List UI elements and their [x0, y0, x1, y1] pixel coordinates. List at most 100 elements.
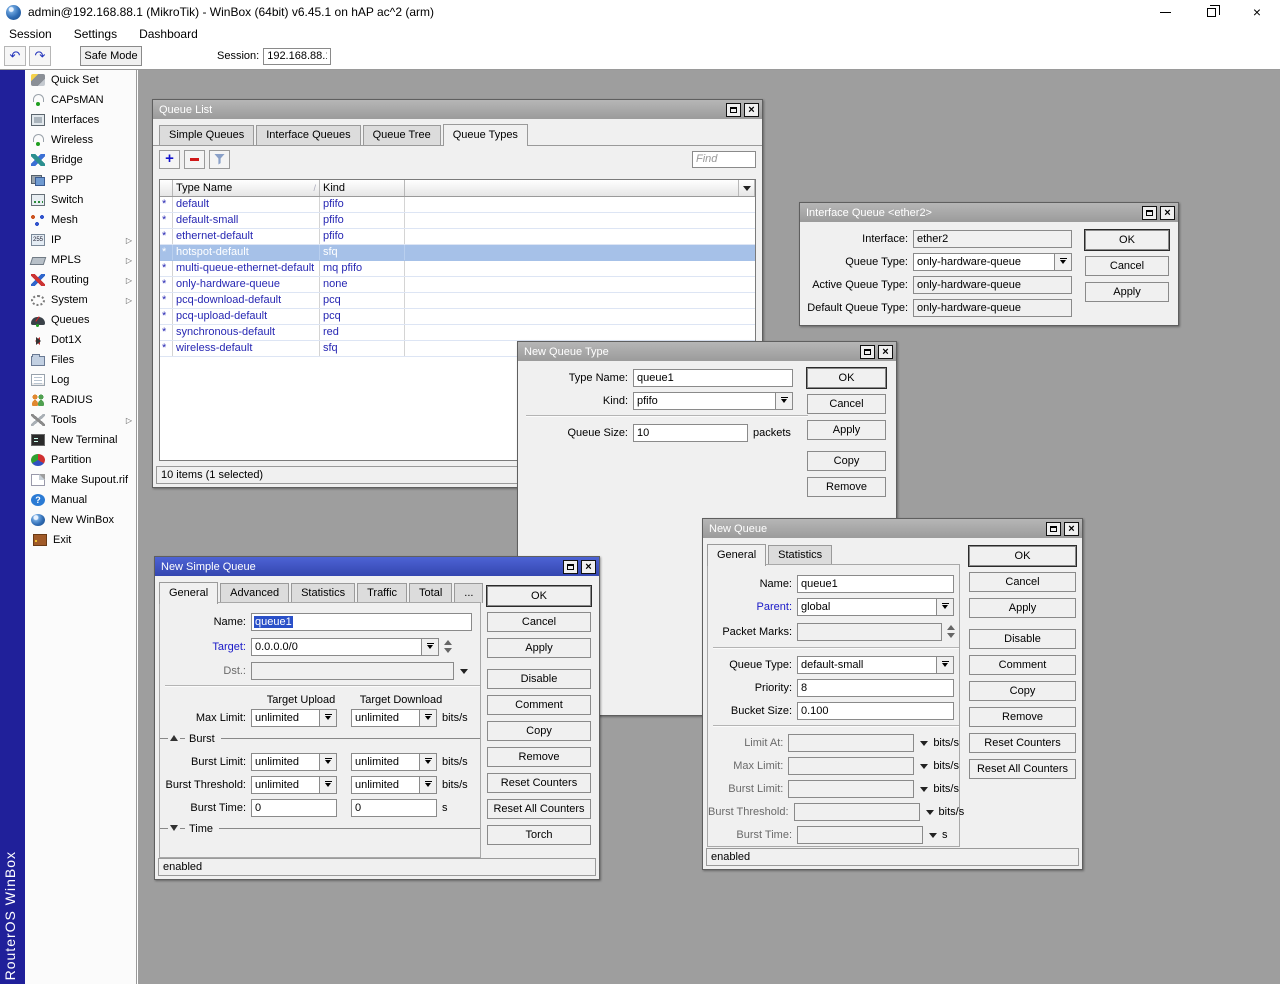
table-row[interactable]: *multi-queue-ethernet-defaultmq pfifo: [160, 261, 755, 277]
ok-button[interactable]: OK: [1085, 230, 1169, 250]
new-simple-queue-titlebar[interactable]: New Simple Queue ×: [155, 557, 599, 576]
dropdown-button[interactable]: [1055, 253, 1072, 271]
sidebar-item-queues[interactable]: Queues: [25, 310, 136, 330]
interface-queue-titlebar[interactable]: Interface Queue <ether2> ×: [800, 203, 1178, 222]
tab-advanced[interactable]: Advanced: [220, 583, 289, 603]
priority-field[interactable]: [797, 679, 954, 697]
sidebar-item-mpls[interactable]: MPLS▷: [25, 250, 136, 270]
dropdown-button[interactable]: [420, 776, 437, 794]
apply-button[interactable]: Apply: [807, 420, 886, 440]
cancel-button[interactable]: Cancel: [487, 612, 591, 632]
limit-at-field[interactable]: [788, 734, 914, 752]
sidebar-item-system[interactable]: System▷: [25, 290, 136, 310]
minimize-button[interactable]: [1142, 0, 1188, 24]
dropdown-button[interactable]: [320, 753, 337, 771]
burst-threshold-download-field[interactable]: [351, 776, 420, 794]
dropdown-button[interactable]: [937, 598, 954, 616]
tab-simple-queues[interactable]: Simple Queues: [159, 125, 254, 145]
add-button[interactable]: +: [159, 150, 180, 169]
copy-button[interactable]: Copy: [807, 451, 886, 471]
bucket-size-field[interactable]: [797, 702, 954, 720]
add-remove-spinner[interactable]: [947, 621, 955, 642]
dropdown-icon[interactable]: [929, 833, 937, 842]
app-titlebar[interactable]: admin@192.168.88.1 (MikroTik) - WinBox (…: [0, 0, 1280, 24]
time-section-header[interactable]: Time: [160, 822, 480, 835]
copy-button[interactable]: Copy: [487, 721, 591, 741]
tab-interface-queues[interactable]: Interface Queues: [256, 125, 360, 145]
tab-total[interactable]: Total: [409, 583, 452, 603]
close-button[interactable]: ×: [1160, 206, 1175, 220]
dropdown-button[interactable]: [776, 392, 793, 410]
max-limit-field[interactable]: [788, 757, 914, 775]
sidebar-item-tools[interactable]: Tools▷: [25, 410, 136, 430]
type-name-field[interactable]: [633, 369, 793, 387]
dropdown-button[interactable]: [937, 656, 954, 674]
ok-button[interactable]: OK: [487, 586, 591, 606]
comment-button[interactable]: Comment: [487, 695, 591, 715]
dropdown-button[interactable]: [422, 638, 439, 656]
burst-limit-field[interactable]: [788, 780, 914, 798]
maximize-button[interactable]: [860, 345, 875, 359]
sidebar-item-manual[interactable]: ?Manual: [25, 490, 136, 510]
table-row[interactable]: *pcq-download-defaultpcq: [160, 293, 755, 309]
dst-field[interactable]: [251, 662, 454, 680]
remove-button[interactable]: Remove: [807, 477, 886, 497]
table-row[interactable]: *ethernet-defaultpfifo: [160, 229, 755, 245]
burst-time-download-field[interactable]: [351, 799, 437, 817]
redo-button[interactable]: ↷: [29, 46, 51, 66]
sidebar-item-radius[interactable]: RADIUS: [25, 390, 136, 410]
ok-button[interactable]: OK: [969, 546, 1076, 566]
menu-settings[interactable]: Settings: [74, 27, 117, 41]
sidebar-item-interfaces[interactable]: Interfaces: [25, 110, 136, 130]
new-queue-type-titlebar[interactable]: New Queue Type ×: [518, 342, 896, 361]
dropdown-icon[interactable]: [920, 787, 928, 796]
reset-all-counters-button[interactable]: Reset All Counters: [969, 759, 1076, 779]
tab-statistics[interactable]: Statistics: [768, 545, 832, 565]
table-row[interactable]: *only-hardware-queuenone: [160, 277, 755, 293]
restore-button[interactable]: [1188, 0, 1234, 24]
sidebar-item-ip[interactable]: 255IP▷: [25, 230, 136, 250]
session-input[interactable]: [263, 48, 331, 65]
close-button[interactable]: ×: [1064, 522, 1079, 536]
max-limit-upload-field[interactable]: [251, 709, 320, 727]
parent-label[interactable]: Parent:: [708, 601, 792, 613]
sidebar-item-files[interactable]: Files: [25, 350, 136, 370]
apply-button[interactable]: Apply: [969, 598, 1076, 618]
tab-traffic[interactable]: Traffic: [357, 583, 407, 603]
name-field[interactable]: queue1: [251, 613, 472, 631]
dropdown-icon[interactable]: [460, 669, 468, 678]
dropdown-icon[interactable]: [926, 810, 934, 819]
table-row[interactable]: *synchronous-defaultred: [160, 325, 755, 341]
disable-button[interactable]: Disable: [969, 629, 1076, 649]
burst-threshold-field[interactable]: [794, 803, 920, 821]
remove-button[interactable]: [184, 150, 205, 169]
maximize-button[interactable]: [563, 560, 578, 574]
new-queue-titlebar[interactable]: New Queue ×: [703, 519, 1082, 538]
filter-button[interactable]: [209, 150, 230, 169]
torch-button[interactable]: Torch: [487, 825, 591, 845]
apply-button[interactable]: Apply: [487, 638, 591, 658]
disable-button[interactable]: Disable: [487, 669, 591, 689]
dropdown-button[interactable]: [420, 709, 437, 727]
queue-type-field[interactable]: [913, 253, 1055, 271]
close-button[interactable]: ×: [878, 345, 893, 359]
maximize-button[interactable]: [1142, 206, 1157, 220]
sidebar-item-quick-set[interactable]: Quick Set: [25, 70, 136, 90]
comment-button[interactable]: Comment: [969, 655, 1076, 675]
kind-column-header[interactable]: Kind: [320, 180, 405, 196]
queue-type-field[interactable]: [797, 656, 937, 674]
dropdown-button[interactable]: [420, 753, 437, 771]
menu-session[interactable]: Session: [9, 27, 52, 41]
add-remove-spinner[interactable]: [444, 636, 452, 657]
table-row-selected[interactable]: *hotspot-defaultsfq: [160, 245, 755, 261]
tab-queue-types[interactable]: Queue Types: [443, 124, 528, 146]
table-row[interactable]: *defaultpfifo: [160, 197, 755, 213]
tab-general[interactable]: General: [707, 544, 766, 566]
kind-field[interactable]: [633, 392, 776, 410]
sidebar-item-switch[interactable]: Switch: [25, 190, 136, 210]
queue-size-field[interactable]: [633, 424, 748, 442]
undo-button[interactable]: ↶: [4, 46, 26, 66]
sidebar-item-ppp[interactable]: PPP: [25, 170, 136, 190]
close-button[interactable]: ×: [581, 560, 596, 574]
table-row[interactable]: *pcq-upload-defaultpcq: [160, 309, 755, 325]
